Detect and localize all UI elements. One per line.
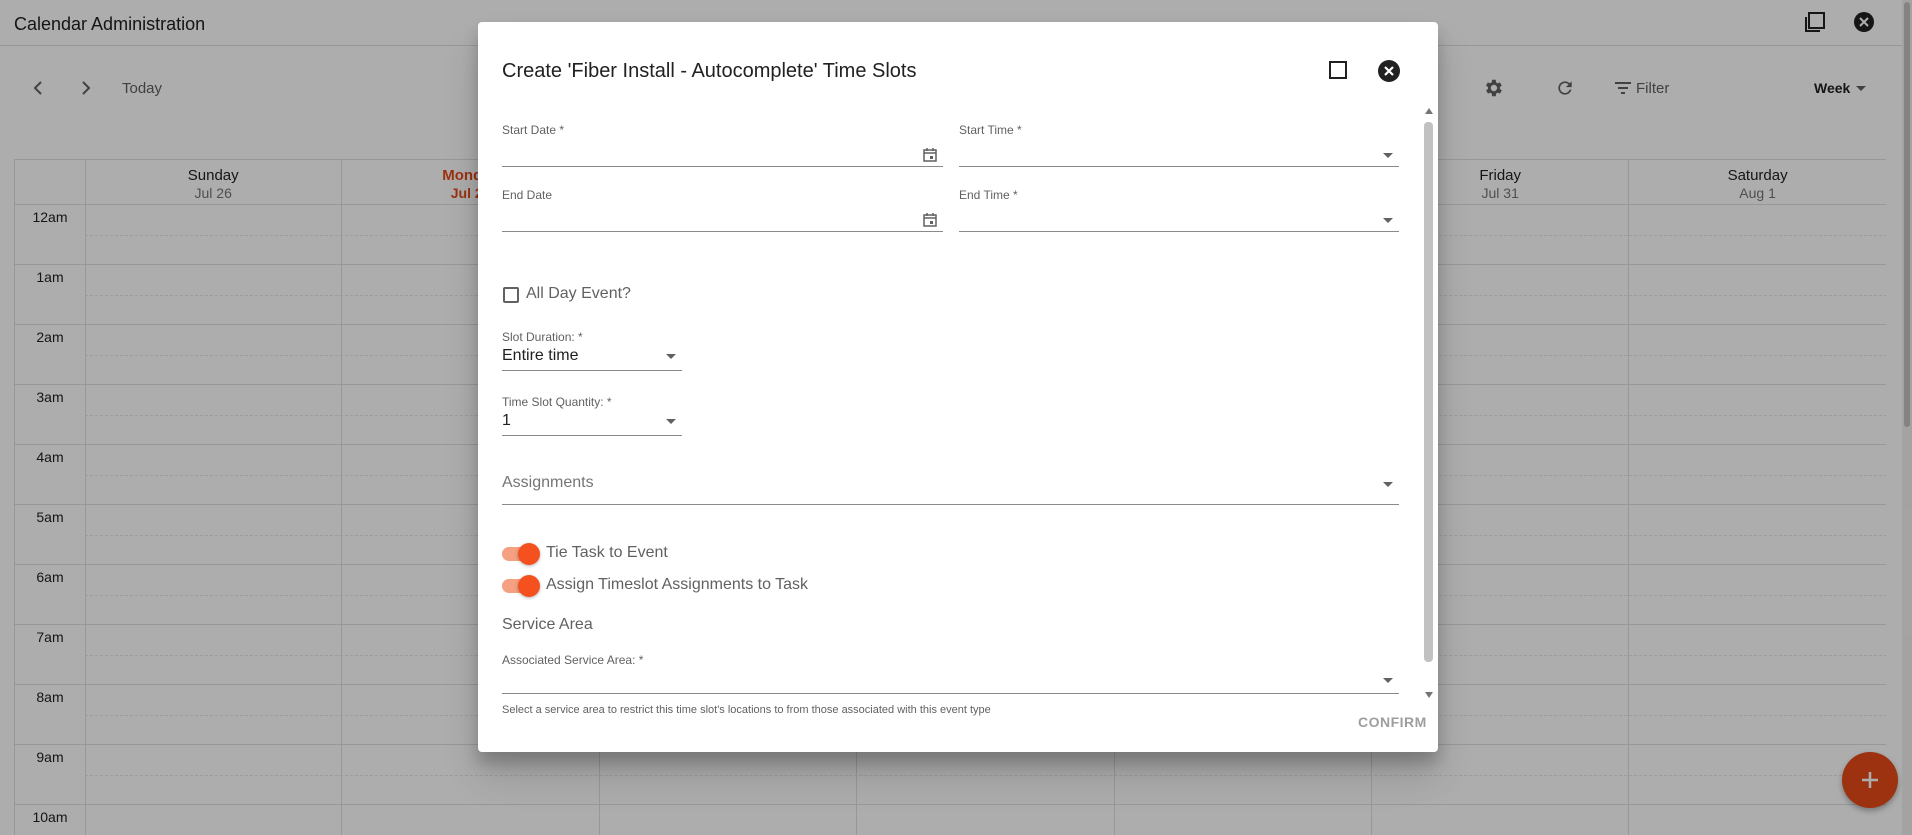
scroll-up-icon[interactable] xyxy=(1425,108,1433,114)
calendar-icon[interactable] xyxy=(923,148,937,167)
assign-timeslot-toggle-knob xyxy=(518,575,540,597)
end-time-select[interactable]: End Time * xyxy=(959,173,1399,233)
service-area-heading: Service Area xyxy=(502,616,593,633)
assignments-label: Assignments xyxy=(502,474,594,491)
chevron-down-icon xyxy=(1383,482,1393,487)
dialog-scrollbar-thumb[interactable] xyxy=(1424,122,1433,662)
chevron-down-icon xyxy=(1383,218,1393,223)
assign-timeslot-label: Assign Timeslot Assignments to Task xyxy=(546,576,809,593)
end-time-label: End Time * xyxy=(959,188,1018,202)
slot-duration-select[interactable]: Slot Duration: * Entire time xyxy=(502,330,682,376)
chevron-down-icon xyxy=(666,354,676,359)
service-area-hint: Select a service area to restrict this t… xyxy=(502,704,991,716)
tie-task-label: Tie Task to Event xyxy=(546,544,668,561)
calendar-icon[interactable] xyxy=(923,213,937,232)
tie-task-toggle[interactable] xyxy=(502,543,540,565)
slot-duration-value: Entire time xyxy=(502,347,579,364)
dialog-scrollbar[interactable] xyxy=(1424,108,1434,698)
associated-service-area-select[interactable]: Associated Service Area: * xyxy=(502,653,1399,699)
start-date-label: Start Date * xyxy=(502,123,565,137)
assignments-select[interactable]: Assignments xyxy=(502,474,1399,508)
associated-service-area-label: Associated Service Area: * xyxy=(502,653,644,667)
maximize-icon[interactable] xyxy=(1328,60,1350,82)
confirm-button[interactable]: CONFIRM xyxy=(1358,714,1427,730)
close-icon[interactable] xyxy=(1377,59,1401,83)
slot-duration-label: Slot Duration: * xyxy=(502,330,583,344)
chevron-down-icon xyxy=(1383,678,1393,683)
create-time-slots-dialog: Create 'Fiber Install - Autocomplete' Ti… xyxy=(478,22,1438,752)
chevron-down-icon xyxy=(1383,153,1393,158)
start-time-label: Start Time * xyxy=(959,123,1022,137)
all-day-checkbox[interactable] xyxy=(503,287,519,303)
chevron-down-icon xyxy=(666,419,676,424)
end-date-field[interactable]: End Date xyxy=(502,173,943,233)
all-day-label[interactable]: All Day Event? xyxy=(526,285,631,303)
slot-quantity-value: 1 xyxy=(502,412,511,429)
scroll-down-icon[interactable] xyxy=(1425,692,1433,698)
end-date-label: End Date xyxy=(502,188,553,202)
assign-timeslot-toggle[interactable] xyxy=(502,575,540,597)
dialog-body: Start Date * Start Time * End Date End T… xyxy=(478,108,1438,722)
slot-quantity-label: Time Slot Quantity: * xyxy=(502,395,612,409)
tie-task-toggle-knob xyxy=(518,543,540,565)
slot-quantity-select[interactable]: Time Slot Quantity: * 1 xyxy=(502,395,682,441)
dialog-title: Create 'Fiber Install - Autocomplete' Ti… xyxy=(502,60,917,82)
